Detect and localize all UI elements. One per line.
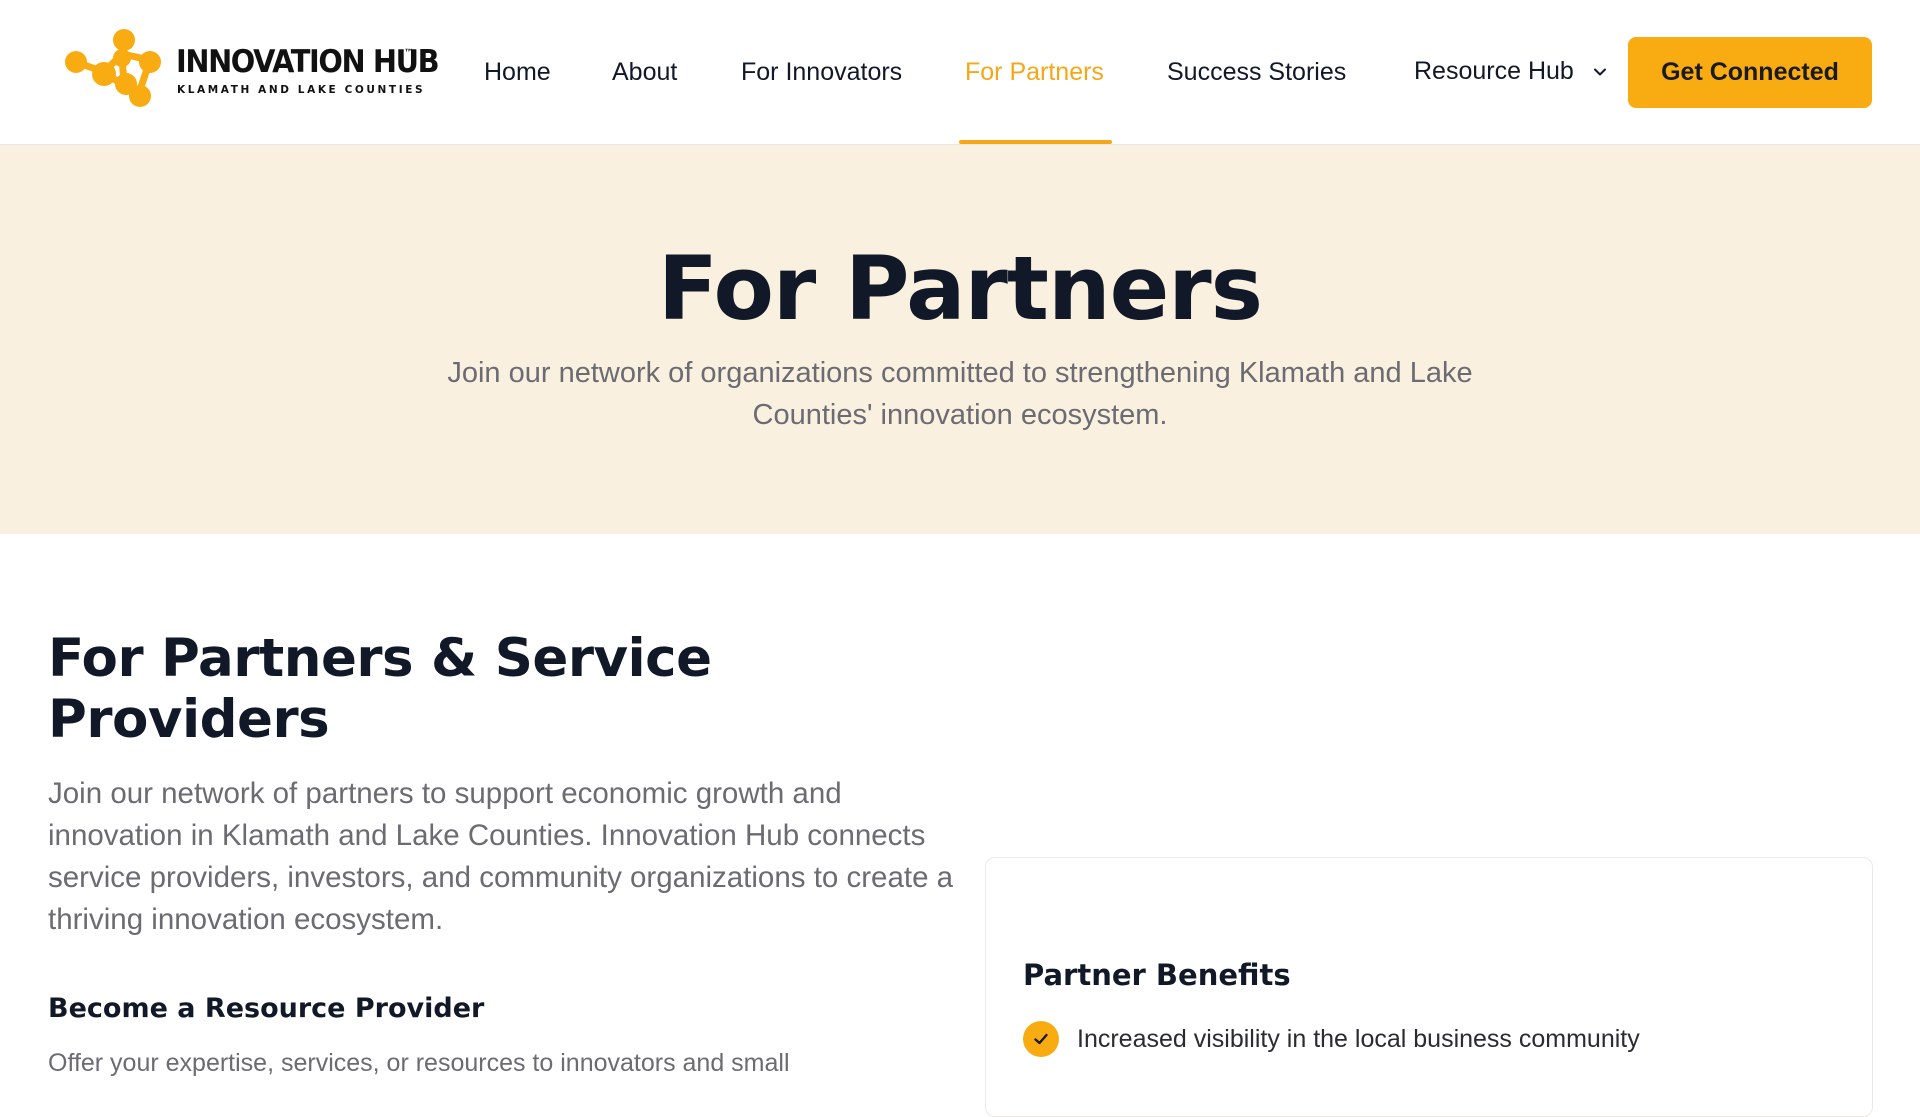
nav-item-resource-hub-label: Resource Hub xyxy=(1414,57,1574,85)
benefit-text: Increased visibility in the local busine… xyxy=(1077,1024,1640,1053)
hero-section: For Partners Join our network of organiz… xyxy=(0,145,1920,534)
nav-item-for-partners[interactable]: For Partners xyxy=(965,58,1104,87)
chevron-down-icon xyxy=(1593,68,1606,76)
section-intro: Join our network of partners to support … xyxy=(48,777,954,936)
list-item: Increased visibility in the local busine… xyxy=(1023,1021,1640,1057)
partner-benefits-title: Partner Benefits xyxy=(1023,958,1291,992)
nav-item-resource-hub[interactable]: Resource Hub xyxy=(1414,57,1607,86)
active-nav-indicator xyxy=(959,140,1112,144)
check-icon xyxy=(1023,1021,1059,1057)
resource-provider-heading: Become a Resource Provider xyxy=(48,993,485,1024)
nav-item-success-stories[interactable]: Success Stories xyxy=(1167,58,1346,87)
page-title: For Partners xyxy=(657,237,1263,340)
partner-benefits-card: Partner Benefits Increased visibility in… xyxy=(985,857,1873,1117)
site-header: INNOVATION HUB ™ KLAMATH AND LAKE COUNTI… xyxy=(0,0,1920,145)
nav-item-home[interactable]: Home xyxy=(484,58,551,87)
nav-item-for-innovators[interactable]: For Innovators xyxy=(741,58,902,87)
section-title: For Partners & Service Providers xyxy=(48,628,712,750)
nav-item-about[interactable]: About xyxy=(612,58,677,87)
resource-provider-text: Offer your expertise, services, or resou… xyxy=(48,1049,790,1077)
hero-subtitle: Join our network of organizations commit… xyxy=(447,357,1473,431)
get-connected-button[interactable]: Get Connected xyxy=(1628,37,1872,108)
